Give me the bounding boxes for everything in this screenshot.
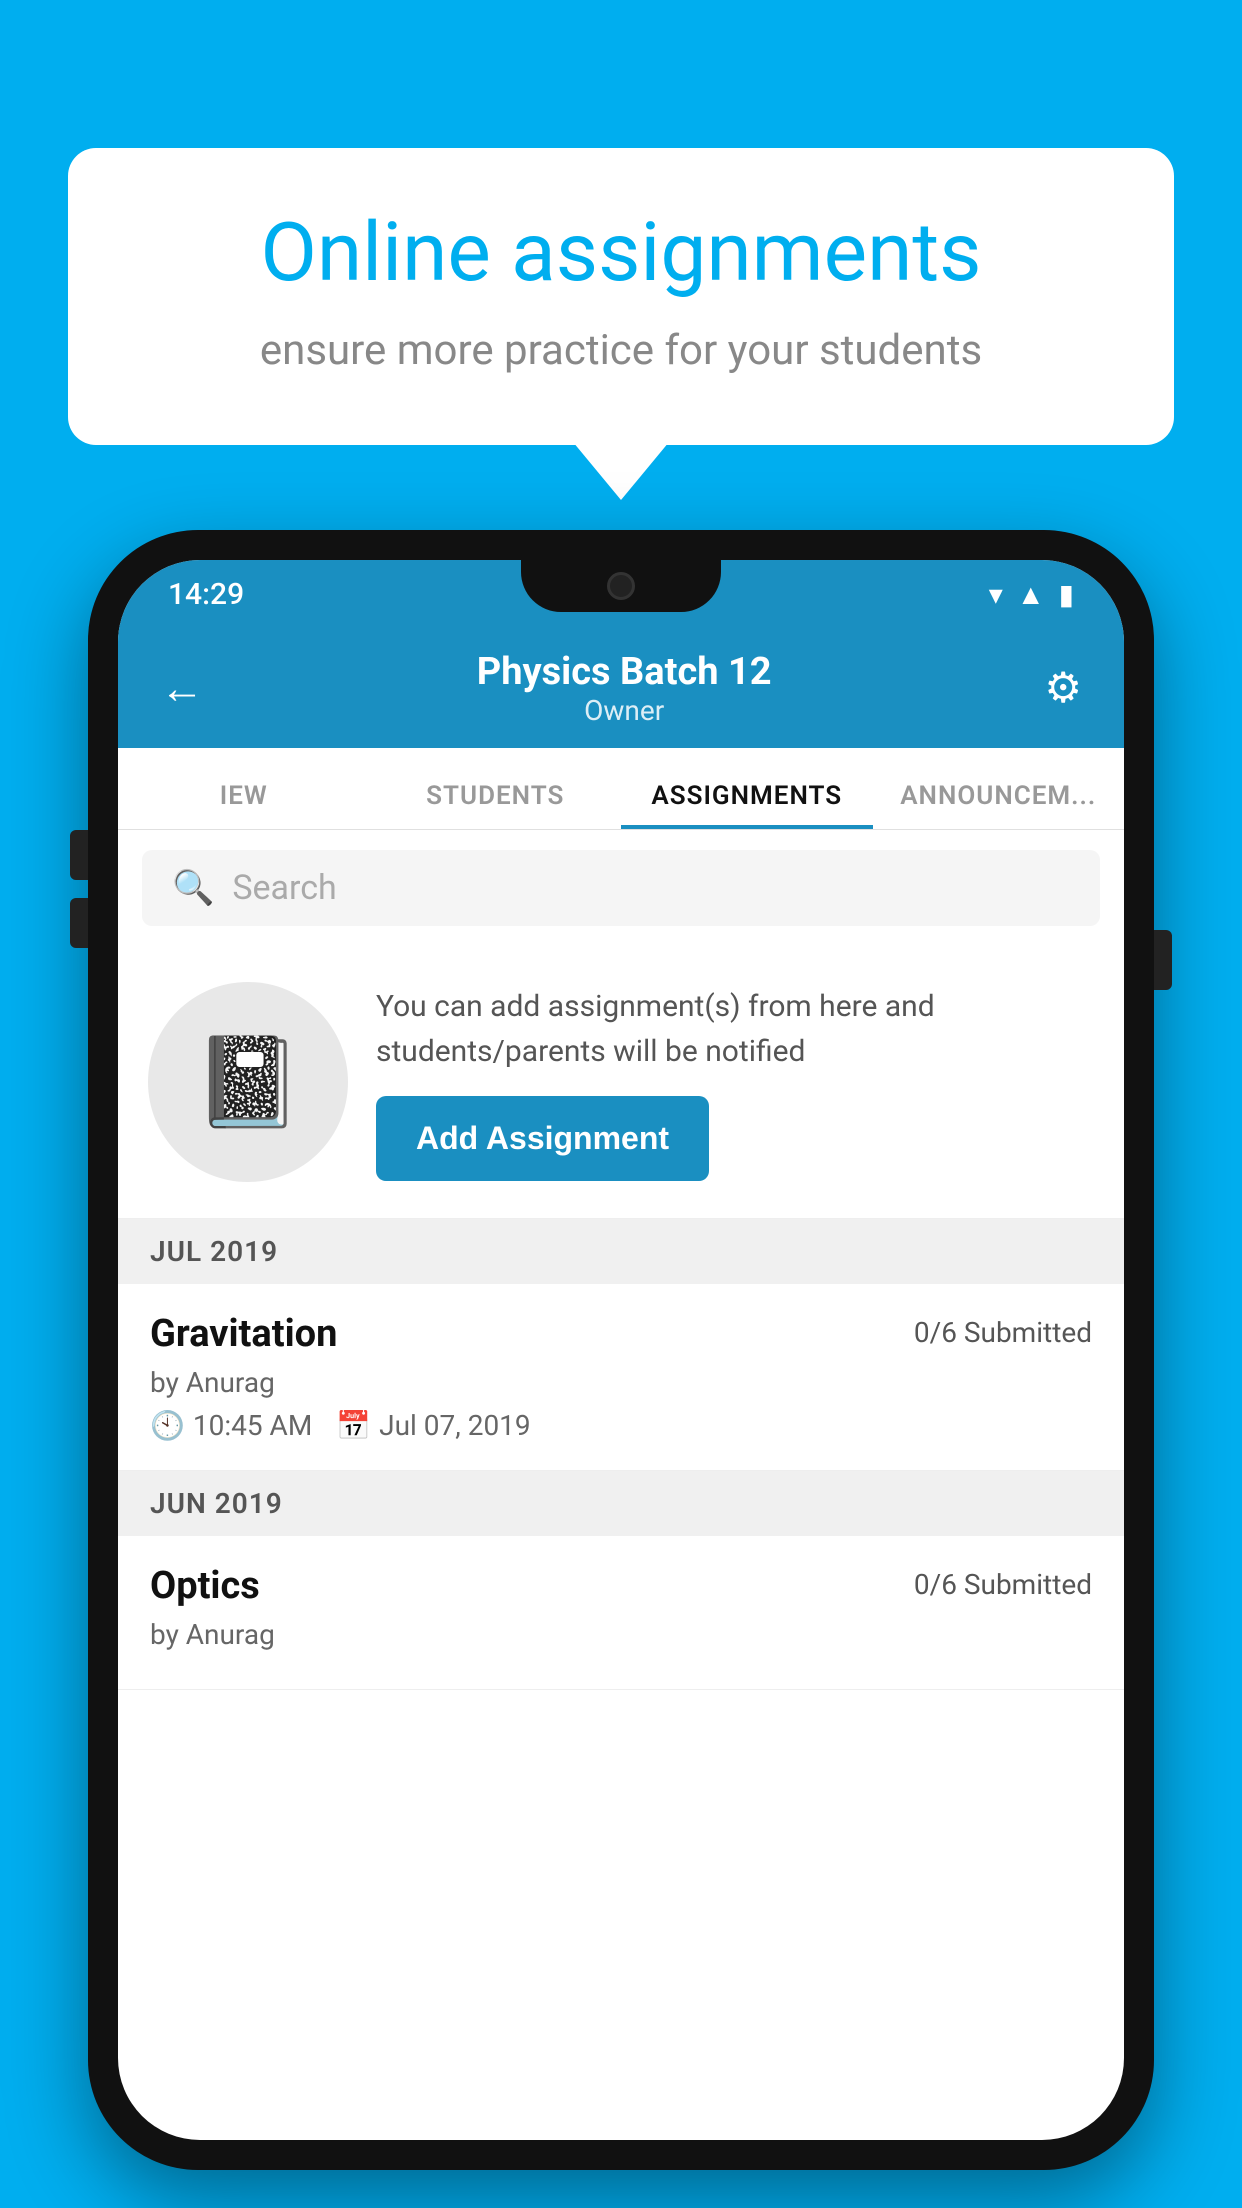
assignment-top-row: Gravitation 0/6 Submitted: [150, 1312, 1092, 1356]
status-icons: ▾ ▲ ▮: [989, 578, 1074, 611]
assignment-date-gravitation: 📅 Jul 07, 2019: [336, 1409, 530, 1442]
assignment-top-row-optics: Optics 0/6 Submitted: [150, 1564, 1092, 1608]
settings-icon[interactable]: ⚙: [1044, 663, 1082, 713]
back-button[interactable]: ←: [160, 662, 204, 714]
tab-assignments[interactable]: ASSIGNMENTS: [621, 781, 873, 829]
assignment-meta-optics: by Anurag: [150, 1618, 1092, 1651]
speech-bubble-subtitle: ensure more practice for your students: [148, 326, 1094, 375]
status-time: 14:29: [168, 577, 244, 612]
signal-icon: ▲: [1017, 578, 1045, 611]
search-placeholder-text: Search: [232, 868, 336, 908]
right-side-buttons: [1154, 930, 1172, 1010]
power-button[interactable]: [1154, 930, 1172, 990]
search-bar[interactable]: 🔍 Search: [142, 850, 1100, 926]
calendar-icon: 📅: [336, 1409, 371, 1442]
promo-text-area: You can add assignment(s) from here and …: [376, 984, 1094, 1181]
assignment-submitted-gravitation: 0/6 Submitted: [914, 1316, 1092, 1349]
app-header: ← Physics Batch 12 Owner ⚙: [118, 628, 1124, 748]
speech-bubble-title: Online assignments: [148, 208, 1094, 298]
header-center: Physics Batch 12 Owner: [477, 650, 772, 727]
tab-announcements[interactable]: ANNOUNCEM...: [873, 781, 1125, 829]
assignment-name-gravitation: Gravitation: [150, 1312, 337, 1356]
phone-screen: 14:29 ▾ ▲ ▮ ← Physics Batch 12 Owner ⚙ I…: [118, 560, 1124, 2140]
add-assignment-button[interactable]: Add Assignment: [376, 1096, 709, 1181]
clock-icon: 🕙: [150, 1409, 185, 1442]
assignment-author-gravitation: by Anurag: [150, 1366, 1092, 1399]
header-title: Physics Batch 12: [477, 650, 772, 694]
volume-down-button[interactable]: [70, 898, 88, 948]
phone-device: 14:29 ▾ ▲ ▮ ← Physics Batch 12 Owner ⚙ I…: [88, 530, 1154, 2170]
promo-description: You can add assignment(s) from here and …: [376, 984, 1094, 1074]
assignment-time-date-gravitation: 🕙 10:45 AM 📅 Jul 07, 2019: [150, 1409, 1092, 1442]
header-subtitle: Owner: [477, 694, 772, 727]
phone-notch: [521, 560, 721, 612]
promo-section: 📓 You can add assignment(s) from here an…: [118, 946, 1124, 1219]
search-icon: 🔍: [172, 868, 214, 908]
wifi-icon: ▾: [989, 578, 1003, 611]
volume-up-button[interactable]: [70, 830, 88, 880]
front-camera: [607, 572, 635, 600]
left-side-buttons: [70, 830, 88, 966]
speech-bubble: Online assignments ensure more practice …: [68, 148, 1174, 445]
speech-bubble-container: Online assignments ensure more practice …: [68, 148, 1174, 445]
assignment-submitted-optics: 0/6 Submitted: [914, 1568, 1092, 1601]
tab-iew[interactable]: IEW: [118, 781, 370, 829]
section-header-jun: JUN 2019: [118, 1471, 1124, 1536]
section-header-jul: JUL 2019: [118, 1219, 1124, 1284]
tabs-row: IEW STUDENTS ASSIGNMENTS ANNOUNCEM...: [118, 748, 1124, 830]
assignment-item-gravitation[interactable]: Gravitation 0/6 Submitted by Anurag 🕙 10…: [118, 1284, 1124, 1471]
assignment-name-optics: Optics: [150, 1564, 260, 1608]
notebook-icon: 📓: [193, 1031, 303, 1134]
tab-students[interactable]: STUDENTS: [370, 781, 622, 829]
assignment-author-optics: by Anurag: [150, 1618, 1092, 1651]
promo-icon-circle: 📓: [148, 982, 348, 1182]
assignment-item-optics[interactable]: Optics 0/6 Submitted by Anurag: [118, 1536, 1124, 1690]
phone-outer-shell: 14:29 ▾ ▲ ▮ ← Physics Batch 12 Owner ⚙ I…: [88, 530, 1154, 2170]
battery-icon: ▮: [1059, 578, 1074, 611]
assignment-meta-gravitation: by Anurag 🕙 10:45 AM 📅 Jul 07, 2019: [150, 1366, 1092, 1442]
assignment-time-gravitation: 🕙 10:45 AM: [150, 1409, 312, 1442]
